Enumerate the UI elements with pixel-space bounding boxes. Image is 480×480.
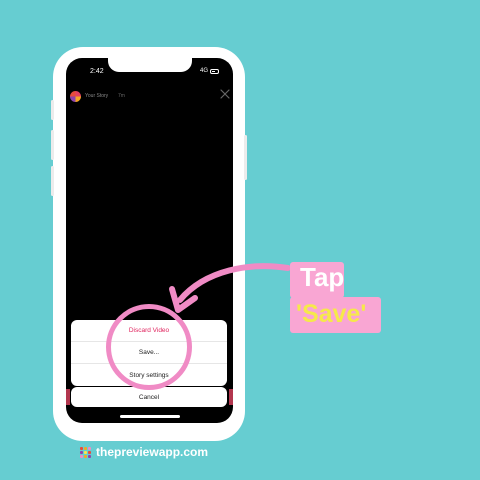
status-time: 2:42 [90,68,104,75]
footer-brand-text: thepreviewapp.com [96,445,209,459]
story-edge-left [66,389,70,405]
story-label: Your Story [85,93,109,99]
network-label: 4G [199,68,208,74]
highlight-circle [106,304,192,390]
cancel-button[interactable]: Cancel [71,387,227,407]
phone-side-button-left-2 [51,130,54,160]
story-time: 7m [118,93,125,99]
phone-notch [108,58,192,72]
phone-side-button-left-1 [51,100,54,120]
status-indicators: 4G [200,68,219,74]
battery-icon [210,68,219,74]
brand-logo-icon [80,446,91,458]
phone-side-button-left-3 [51,166,54,196]
avatar[interactable] [70,91,81,102]
story-header: Your Story 7m [70,88,231,102]
close-icon[interactable] [219,88,231,100]
footer: thepreviewapp.com [80,445,208,459]
callout-save-text: 'Save' [296,300,367,328]
phone-side-button-right [244,135,247,180]
story-edge-right [229,389,233,405]
callout-tap-text: Tap [300,262,345,292]
home-indicator [120,415,180,418]
